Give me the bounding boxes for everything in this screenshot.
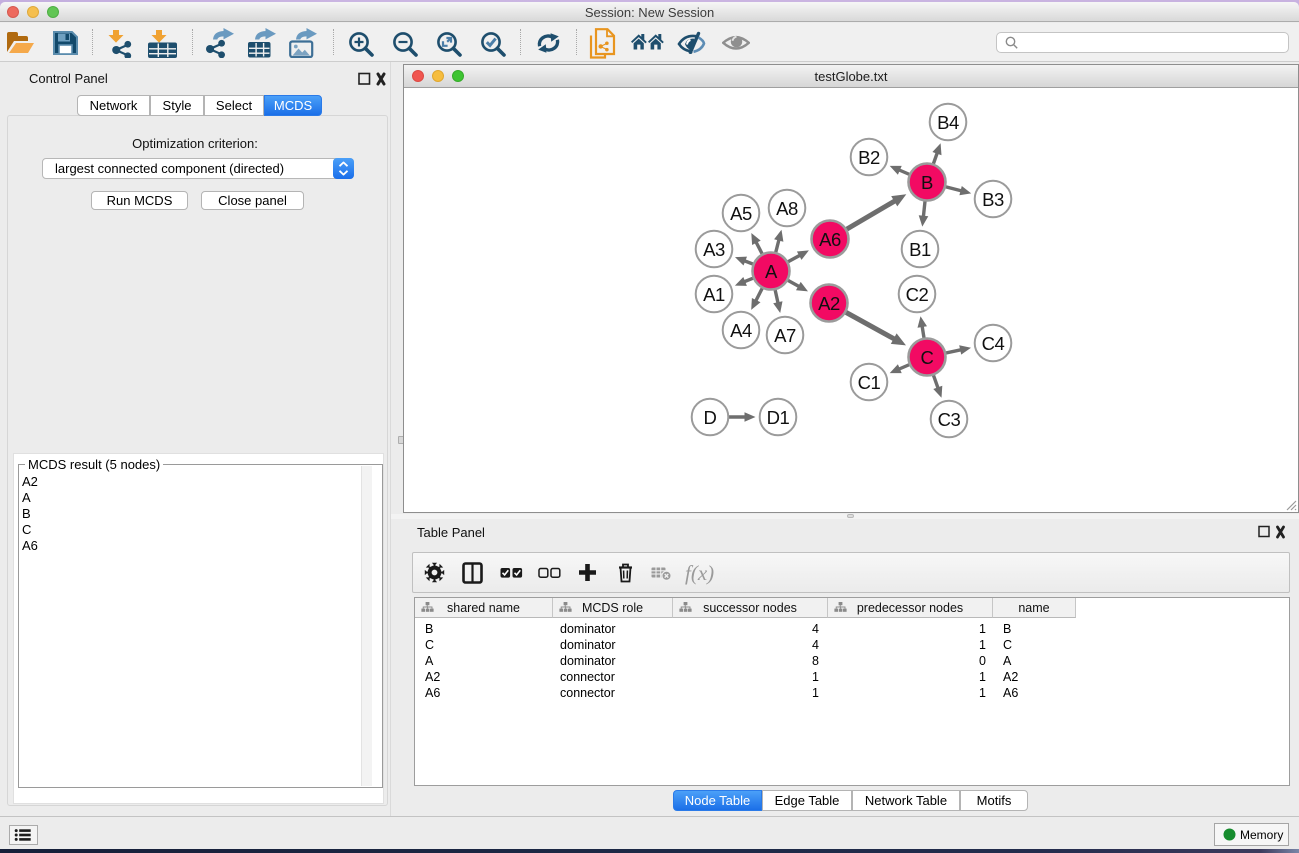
svg-text:A4: A4: [730, 320, 752, 341]
svg-text:A7: A7: [774, 325, 796, 346]
svg-text:B1: B1: [909, 239, 931, 260]
svg-text:C4: C4: [982, 333, 1005, 354]
svg-text:A8: A8: [776, 198, 798, 219]
svg-text:A2: A2: [818, 293, 840, 314]
svg-text:C3: C3: [938, 409, 961, 430]
svg-text:B3: B3: [982, 189, 1004, 210]
svg-text:B: B: [921, 172, 933, 193]
svg-text:A: A: [765, 261, 778, 282]
svg-text:A3: A3: [703, 239, 725, 260]
svg-text:C: C: [921, 347, 934, 368]
svg-text:A1: A1: [703, 284, 725, 305]
svg-text:A6: A6: [819, 229, 841, 250]
svg-text:C1: C1: [858, 372, 881, 393]
svg-text:A5: A5: [730, 203, 752, 224]
svg-text:C2: C2: [906, 284, 929, 305]
svg-text:D1: D1: [767, 407, 790, 428]
svg-text:D: D: [704, 407, 717, 428]
svg-text:B2: B2: [858, 147, 880, 168]
svg-text:B4: B4: [937, 112, 959, 133]
